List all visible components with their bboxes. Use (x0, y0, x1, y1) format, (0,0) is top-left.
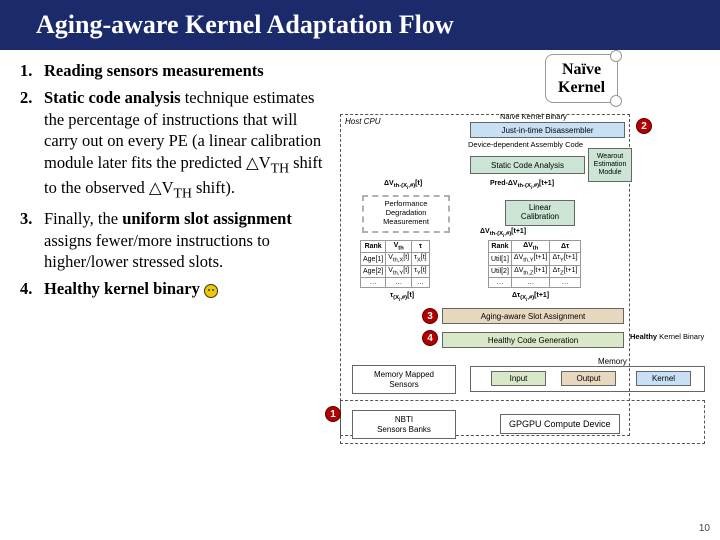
smiley-icon (204, 284, 218, 298)
step-text: Healthy kernel binary (44, 278, 332, 299)
memory-mapped-sensors-box: Memory MappedSensors (352, 365, 456, 394)
device-dep-code-label: Device-dependent Assembly Code (468, 140, 583, 149)
step-marker-3: 3 (422, 308, 438, 324)
step-marker-2: 2 (636, 118, 652, 134)
naive-kernel-binary-label: Naïve Kernel Binary (500, 112, 567, 121)
step-num: 2. (20, 87, 44, 202)
gpgpu-box: GPGPU Compute Device (500, 414, 620, 434)
diagram-area: Host CPU NaïveKernel Naïve Kernel Binary… (340, 60, 710, 306)
healthy-code-gen-box: Healthy Code Generation (442, 332, 624, 348)
pdm-table: RankVthτ Age[1]Vth,X[t]τX[t] Age[2]Vth,Y… (360, 240, 430, 288)
step-text: Static code analysis technique estimates… (44, 87, 332, 202)
static-code-analysis-box: Static Code Analysis (470, 156, 585, 174)
step-list: 1.Reading sensors measurements 2.Static … (20, 60, 340, 306)
memory-region: Input Output Kernel (470, 366, 705, 392)
memory-kernel-cell: Kernel (636, 371, 691, 386)
step-marker-4: 4 (422, 330, 438, 346)
step-text: Finally, the uniform slot assignment ass… (44, 208, 332, 272)
slot-assignment-box: Aging-aware Slot Assignment (442, 308, 624, 324)
dvth-out-label: ΔVth-(Xi,#)[t+1] (480, 228, 526, 240)
dvth-label: ΔVth-(Xi,#)[t] (384, 180, 422, 192)
performance-degradation-box: PerformanceDegradationMeasurement (362, 195, 450, 233)
step-num: 4. (20, 278, 44, 299)
slide-number: 10 (699, 523, 710, 534)
wearout-module-box: WearoutEstimationModule (588, 148, 632, 182)
step-num: 3. (20, 208, 44, 272)
naive-kernel-scroll: NaïveKernel (545, 54, 618, 103)
memory-input-cell: Input (491, 371, 546, 386)
host-cpu-label: Host CPU (345, 117, 381, 126)
step-num: 1. (20, 60, 44, 81)
tau-t-label: τ(Xi,#)[t] (390, 292, 414, 304)
dtau-t1-label: Δτ(Xi,#)[t+1] (512, 292, 549, 304)
healthy-kernel-binary-label: Healthy Kernel Binary (630, 332, 704, 341)
title-banner: Aging-aware Kernel Adaptation Flow (0, 0, 720, 50)
content-area: 1.Reading sensors measurements 2.Static … (0, 50, 720, 306)
jit-disassembler-box: Just-in-time Disassembler (470, 122, 625, 138)
linear-calibration-box: LinearCalibration (505, 200, 575, 226)
memory-output-cell: Output (561, 371, 616, 386)
calibration-table: RankΔVthΔτ Util[1]ΔVth,Y[t+1]ΔτY[t+1] Ut… (488, 240, 581, 288)
page-title: Aging-aware Kernel Adaptation Flow (36, 10, 454, 40)
step-marker-1: 1 (325, 406, 341, 422)
memory-label: Memory (596, 357, 629, 366)
pred-dvth-label: Pred-ΔVth-(Xi,#)[t+1] (490, 180, 554, 192)
nbti-sensors-box: NBTISensors Banks (352, 410, 456, 439)
step-text: Reading sensors measurements (44, 60, 332, 81)
